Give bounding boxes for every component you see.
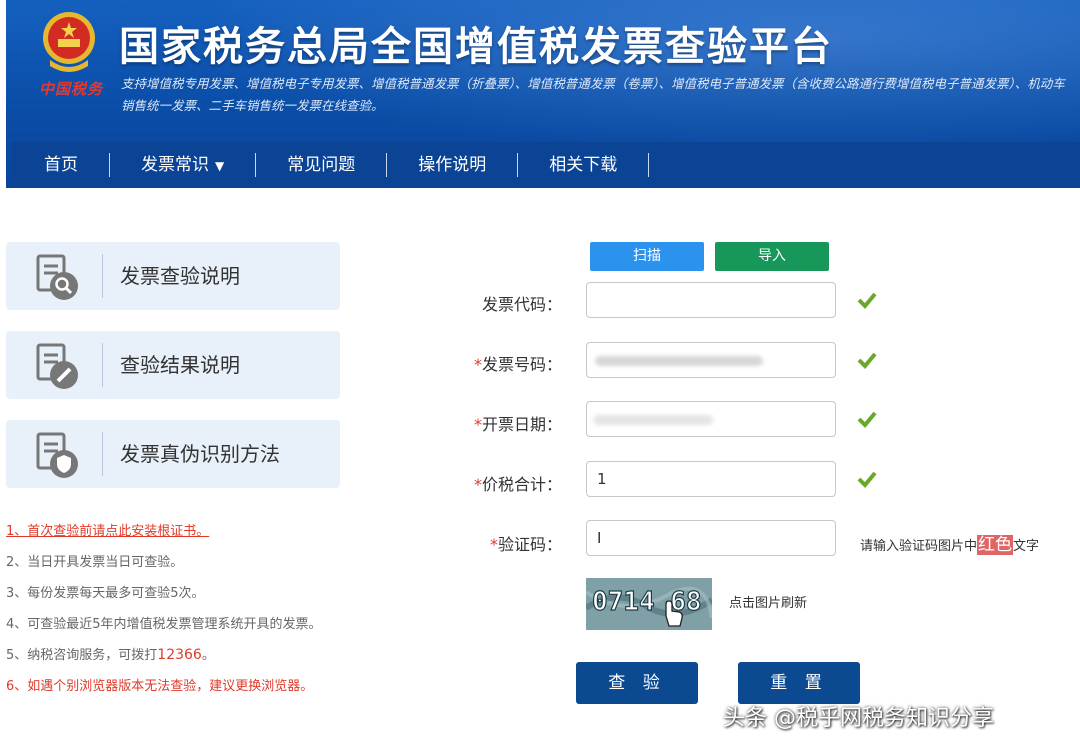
captcha-input[interactable]: I [586,520,836,556]
note-item: 5、纳税咨询服务，可拨打12366。 [6,640,406,671]
total-amount-label: *价税合计： [402,471,562,495]
refresh-hint: 点击图片刷新 [729,596,808,611]
redacted-value [595,356,763,366]
nav-item-label: 操作说明 [418,155,487,175]
label-text: 发票号码： [481,355,562,374]
hotline-number: 12366 [157,647,202,663]
nav-item-home[interactable]: 首页 [12,153,110,177]
nav-item-invoice-knowledge[interactable]: 发票常识 ▼ [110,153,257,177]
captcha-text: 0714 68 [592,587,702,617]
label-text: 验证码： [497,535,562,554]
document-edit-icon [36,343,78,389]
site-header: 中国税务 国家税务总局全国增值税发票查验平台 支持增值税专用发票、增值税电子专用… [6,0,1080,188]
check-button[interactable]: 查 验 [576,662,698,704]
sidebar-card-label: 发票查验说明 [120,264,240,288]
redacted-value [593,415,713,425]
note-text: 5、纳税咨询服务，可拨打 [6,648,158,663]
hint-text: 请输入验证码图片中 [860,539,978,554]
invoice-date-input[interactable] [586,401,836,437]
check-icon [857,411,877,428]
required-mark: * [473,475,482,494]
site-subtitle: 支持增值税专用发票、增值税电子专用发票、增值税普通发票（折叠票）、增值税普通发票… [121,76,1065,113]
nav-item-downloads[interactable]: 相关下载 [518,153,650,177]
nav-item-instructions[interactable]: 操作说明 [387,153,519,177]
notes-list: 1、首次查验前请点此安装根证书。 2、当日开具发票当日可查验。 3、每份发票每天… [6,516,406,702]
check-icon [857,471,877,488]
note-item: 3、每份发票每天最多可查验5次。 [6,586,205,601]
card-divider [102,343,103,387]
site-title: 国家税务总局全国增值税发票查验平台 [119,24,833,70]
sidebar-card-result-guide[interactable]: 查验结果说明 [6,331,340,399]
watermark-text: 头条 @税乎网税务知识分享 [723,706,994,731]
required-mark: * [473,355,482,374]
sidebar-card-label: 查验结果说明 [120,353,240,377]
nav-item-label: 相关下载 [549,155,618,175]
invoice-number-input[interactable] [586,342,836,378]
captcha-image[interactable]: 0714 68 [586,578,712,630]
document-shield-icon [36,432,78,478]
nav-item-label: 发票常识 [141,155,209,175]
note-item: 4、可查验最近5年内增值税发票管理系统开具的发票。 [6,617,322,632]
invoice-date-label: *开票日期： [402,411,562,435]
invoice-number-label: *发票号码： [402,351,562,375]
brand-script-text: 中国税务 [39,80,104,98]
hint-text: 文字 [1013,539,1040,554]
note-item-warning: 6、如遇个别浏览器版本无法查验，建议更换浏览器。 [6,679,314,694]
install-certificate-link[interactable]: 1、首次查验前请点此安装根证书。 [6,516,406,547]
captcha-label: *验证码： [402,531,562,555]
required-mark: * [489,535,498,554]
label-text: 发票代码： [481,295,562,314]
captcha-hint: 请输入验证码图片中红色文字 [860,530,1039,555]
sidebar-card-authenticity-guide[interactable]: 发票真伪识别方法 [6,420,340,488]
note-text: 。 [201,648,215,663]
reset-button[interactable]: 重 置 [738,662,860,704]
hint-highlight: 红色 [977,535,1014,555]
invoice-code-label: 发票代码： [402,291,562,315]
sidebar-card-label: 发票真伪识别方法 [120,442,280,466]
chevron-down-icon: ▼ [215,159,225,173]
check-icon [857,292,877,309]
invoice-code-input[interactable] [586,282,836,318]
scan-button[interactable]: 扫描 [590,242,704,271]
nav-item-label: 常见问题 [287,155,356,175]
import-button[interactable]: 导入 [715,242,829,271]
card-divider [102,254,103,298]
card-divider [102,432,103,476]
total-amount-input[interactable]: 1 [586,461,836,497]
nav-item-faq[interactable]: 常见问题 [256,153,388,177]
required-mark: * [473,415,482,434]
nav-item-label: 首页 [44,155,78,175]
sidebar-card-check-guide[interactable]: 发票查验说明 [6,242,340,310]
main-nav: 首页 发票常识 ▼ 常见问题 操作说明 相关下载 [12,142,1080,188]
national-emblem-icon [43,12,95,72]
document-search-icon [36,254,78,300]
check-icon [857,352,877,369]
label-text: 开票日期： [481,415,562,434]
label-text: 价税合计： [481,475,562,494]
note-item: 2、当日开具发票当日可查验。 [6,555,184,570]
